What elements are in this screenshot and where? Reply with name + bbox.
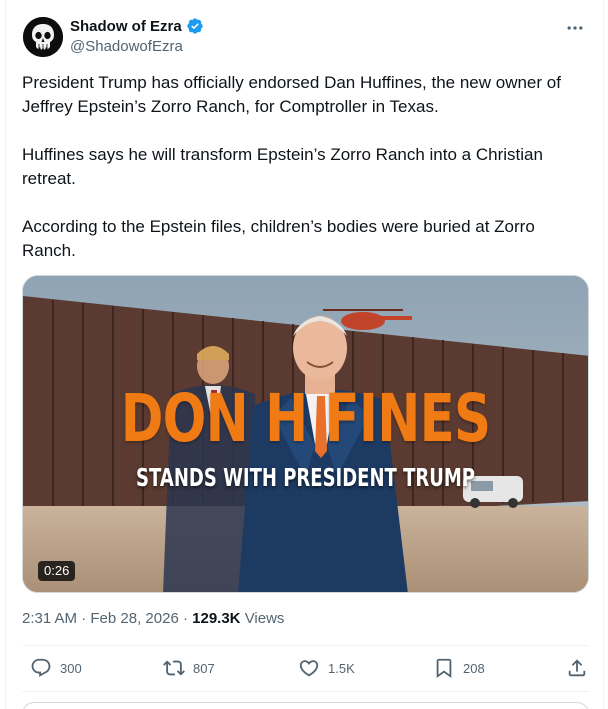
- repost-icon: [163, 660, 185, 676]
- reply-icon: [31, 658, 51, 677]
- author-display-name[interactable]: Shadow of Ezra: [70, 18, 182, 35]
- tweet-card: Shadow of Ezra @ShadowofEzra President T…: [5, 0, 604, 709]
- divider: [22, 645, 589, 646]
- tweet-paragraph: According to the Epstein files, children…: [22, 217, 535, 260]
- video-player[interactable]: DON H FINES STANDS WITH PRESIDENT TRUMP …: [22, 275, 589, 593]
- heart-icon: [299, 660, 319, 677]
- video-duration-badge: 0:26: [38, 561, 76, 581]
- views-count[interactable]: 129.3K: [192, 610, 240, 627]
- tweet-meta: 2:31 AM · Feb 28, 2026 · 129.3K Views: [22, 610, 284, 627]
- tweet-text: President Trump has officially endorsed …: [22, 71, 592, 263]
- reply-composer-edge: [22, 702, 589, 709]
- bookmark-button[interactable]: 208: [433, 657, 485, 679]
- tweet-actions: 300 807 1.5K 208: [22, 657, 589, 685]
- share-button[interactable]: [566, 657, 588, 679]
- bookmark-count: 208: [463, 660, 485, 676]
- share-icon: [568, 659, 586, 677]
- tweet-date[interactable]: Feb 28, 2026: [90, 610, 178, 627]
- video-overlay-title: DON H FINES: [120, 380, 491, 457]
- author-avatar[interactable]: [23, 17, 63, 57]
- video-overlay-subtitle: STANDS WITH PRESIDENT TRUMP: [136, 463, 475, 492]
- repost-count: 807: [193, 660, 215, 676]
- verified-badge-icon[interactable]: [186, 17, 204, 35]
- reply-button[interactable]: 300: [30, 657, 82, 679]
- author-name-row: Shadow of Ezra: [70, 17, 204, 35]
- meta-separator: ·: [81, 610, 87, 627]
- meta-separator: ·: [182, 610, 188, 627]
- punisher-skull-icon: [23, 17, 63, 57]
- bookmark-icon: [436, 658, 452, 679]
- like-button[interactable]: 1.5K: [298, 657, 355, 679]
- tweet-time[interactable]: 2:31 AM: [22, 610, 77, 627]
- repost-button[interactable]: 807: [163, 657, 215, 679]
- author-handle[interactable]: @ShadowofEzra: [70, 38, 183, 55]
- views-label: Views: [244, 610, 285, 627]
- reply-count: 300: [60, 660, 82, 676]
- tweet-paragraph: Huffines says he will transform Epstein’…: [22, 145, 543, 188]
- like-count: 1.5K: [328, 660, 355, 676]
- tweet-paragraph: President Trump has officially endorsed …: [22, 73, 561, 116]
- divider: [22, 691, 589, 692]
- more-horizontal-icon[interactable]: [565, 18, 585, 38]
